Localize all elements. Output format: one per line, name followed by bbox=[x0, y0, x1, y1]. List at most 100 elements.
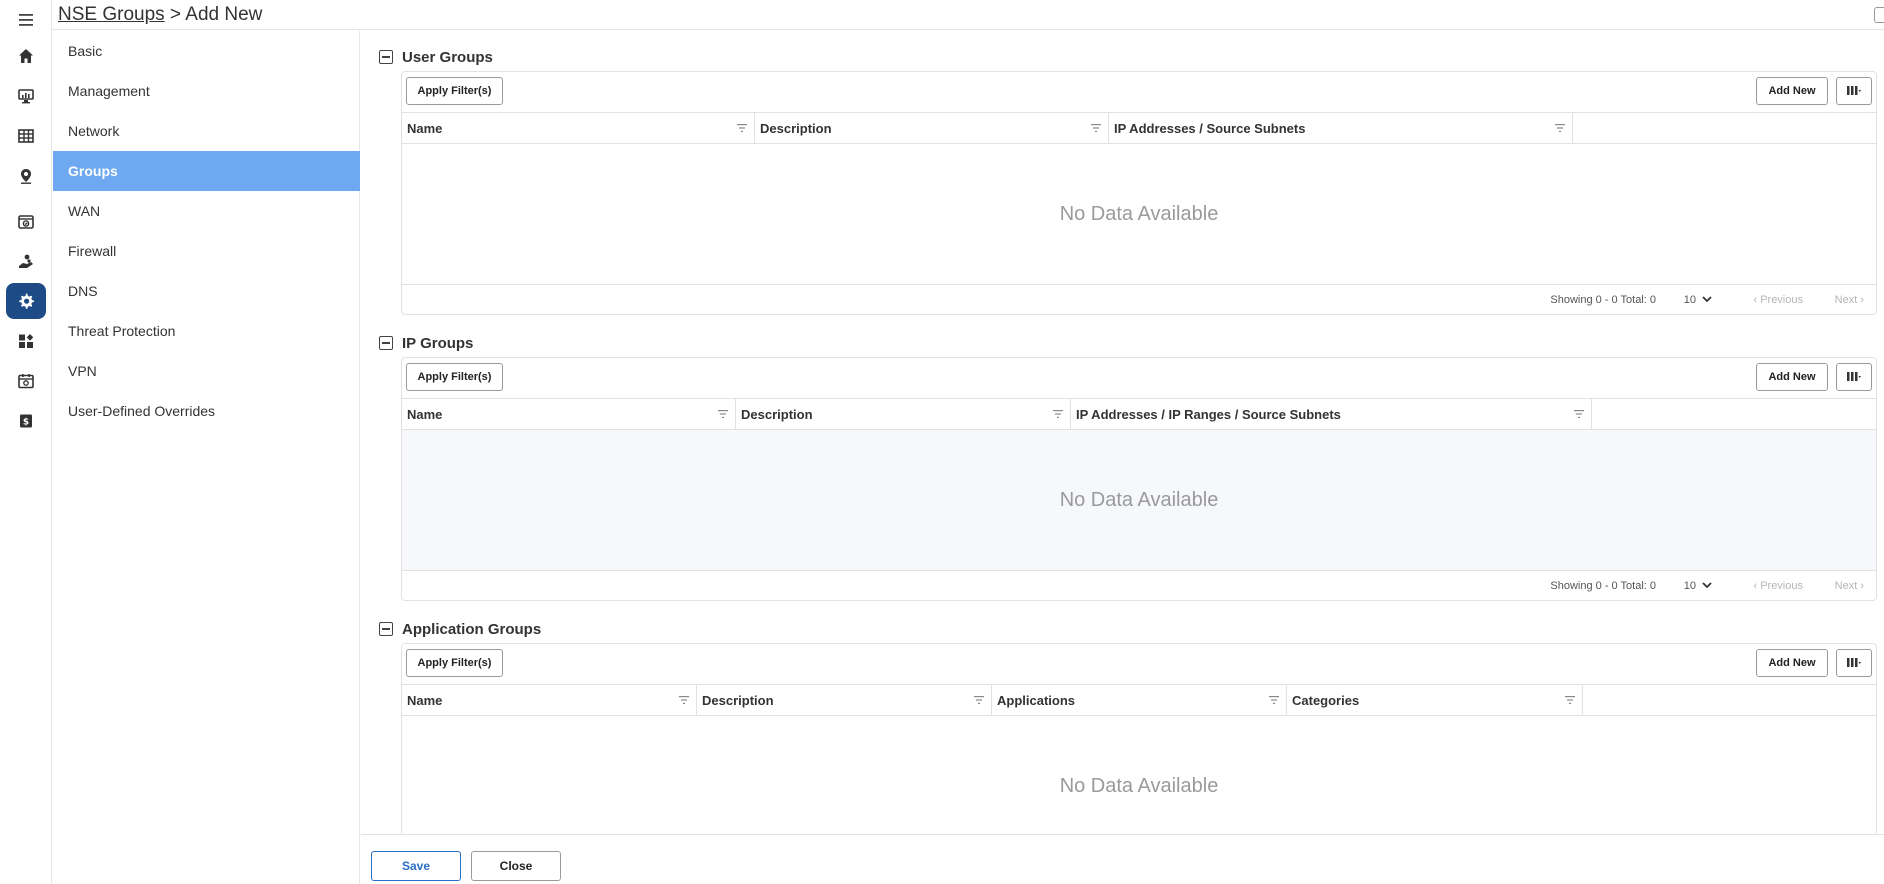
table-body: No Data Available bbox=[402, 430, 1876, 570]
pagination-bar: Showing 0 - 0 Total: 0 10 ‹ Previous Nex… bbox=[402, 284, 1876, 316]
breadcrumb-parent-link[interactable]: NSE Groups bbox=[58, 4, 165, 25]
nav-item-network[interactable]: Network bbox=[53, 111, 360, 151]
add-new-button[interactable]: Add New bbox=[1756, 649, 1828, 677]
column-header-name[interactable]: Name bbox=[402, 399, 736, 430]
section-nav: Basic Management Network Groups WAN Fire… bbox=[53, 31, 360, 884]
table-header: Name Description IP Addresses / IP Range… bbox=[402, 398, 1876, 430]
grid-toolbar: Apply Filter(s) Add New bbox=[402, 358, 1876, 398]
column-header-description[interactable]: Description bbox=[697, 685, 992, 716]
filter-icon[interactable] bbox=[1269, 696, 1279, 704]
location-pin-icon[interactable] bbox=[6, 158, 46, 194]
user-groups-header: User Groups bbox=[379, 47, 493, 67]
settings-gear-icon[interactable] bbox=[6, 283, 46, 319]
table-body: No Data Available bbox=[402, 144, 1876, 284]
calendar-icon[interactable] bbox=[6, 363, 46, 399]
application-groups-section: Application Groups Apply Filter(s) Add N… bbox=[361, 619, 1884, 834]
columns-icon bbox=[1847, 658, 1861, 667]
pagination-summary: Showing 0 - 0 Total: 0 bbox=[1550, 580, 1656, 592]
user-groups-grid: Apply Filter(s) Add New Name Description… bbox=[401, 71, 1877, 315]
filter-icon[interactable] bbox=[737, 124, 747, 132]
grid-toolbar: Apply Filter(s) Add New bbox=[402, 644, 1876, 684]
column-label: Description bbox=[760, 121, 832, 136]
nav-item-management[interactable]: Management bbox=[53, 71, 360, 111]
filter-icon[interactable] bbox=[974, 696, 984, 704]
svg-text:$: $ bbox=[23, 418, 29, 428]
main-content: User Groups Apply Filter(s) Add New Name… bbox=[361, 31, 1884, 834]
next-page-button[interactable]: Next › bbox=[1835, 580, 1864, 592]
section-title: IP Groups bbox=[402, 334, 474, 352]
apply-filters-button[interactable]: Apply Filter(s) bbox=[406, 649, 503, 677]
columns-menu-button[interactable] bbox=[1836, 649, 1872, 677]
breadcrumb-separator: > bbox=[164, 4, 186, 25]
filter-icon[interactable] bbox=[1555, 124, 1565, 132]
column-label: Applications bbox=[997, 693, 1076, 708]
column-label: Name bbox=[407, 693, 443, 708]
column-header-ip-addresses[interactable]: IP Addresses / Source Subnets bbox=[1109, 113, 1573, 144]
columns-menu-button[interactable] bbox=[1836, 77, 1872, 105]
column-header-ip-ranges[interactable]: IP Addresses / IP Ranges / Source Subnet… bbox=[1071, 399, 1592, 430]
page-size-select[interactable]: 10 bbox=[1684, 294, 1696, 306]
section-title: Application Groups bbox=[402, 620, 542, 638]
monitor-icon[interactable] bbox=[6, 78, 46, 114]
dashboard-widgets-icon[interactable] bbox=[6, 323, 46, 359]
filter-icon[interactable] bbox=[718, 410, 728, 418]
apply-filters-button[interactable]: Apply Filter(s) bbox=[406, 77, 503, 105]
previous-page-button[interactable]: ‹ Previous bbox=[1753, 294, 1803, 306]
header-corner-button[interactable] bbox=[1874, 7, 1884, 23]
chevron-down-icon[interactable] bbox=[1702, 296, 1712, 303]
column-header-name[interactable]: Name bbox=[402, 113, 755, 144]
nav-item-dns[interactable]: DNS bbox=[53, 271, 360, 311]
next-page-button[interactable]: Next › bbox=[1835, 294, 1864, 306]
apply-filters-button[interactable]: Apply Filter(s) bbox=[406, 363, 503, 391]
pagination-summary: Showing 0 - 0 Total: 0 bbox=[1550, 294, 1656, 306]
columns-menu-button[interactable] bbox=[1836, 363, 1872, 391]
nav-item-threat-protection[interactable]: Threat Protection bbox=[53, 311, 360, 351]
filter-icon[interactable] bbox=[1053, 410, 1063, 418]
collapse-icon[interactable] bbox=[379, 336, 393, 350]
column-header-description[interactable]: Description bbox=[755, 113, 1109, 144]
collapse-icon[interactable] bbox=[379, 50, 393, 64]
columns-icon bbox=[1847, 372, 1861, 381]
status-window-icon[interactable] bbox=[6, 204, 46, 240]
filter-icon[interactable] bbox=[679, 696, 689, 704]
form-footer: Save Close bbox=[361, 834, 1884, 884]
filter-icon[interactable] bbox=[1091, 124, 1101, 132]
add-new-button[interactable]: Add New bbox=[1756, 77, 1828, 105]
nav-item-groups[interactable]: Groups bbox=[53, 151, 360, 191]
table-icon[interactable] bbox=[6, 118, 46, 154]
filter-icon[interactable] bbox=[1565, 696, 1575, 704]
pagination-bar: Showing 0 - 0 Total: 0 10 ‹ Previous Nex… bbox=[402, 570, 1876, 602]
add-new-button[interactable]: Add New bbox=[1756, 363, 1828, 391]
column-header-name[interactable]: Name bbox=[402, 685, 697, 716]
home-icon[interactable] bbox=[6, 38, 46, 74]
table-header: Name Description IP Addresses / Source S… bbox=[402, 112, 1876, 144]
column-label: Categories bbox=[1292, 693, 1360, 708]
column-header-applications[interactable]: Applications bbox=[992, 685, 1287, 716]
empty-state-text: No Data Available bbox=[1059, 488, 1219, 511]
column-header-categories[interactable]: Categories bbox=[1287, 685, 1583, 716]
nav-item-firewall[interactable]: Firewall bbox=[53, 231, 360, 271]
nav-item-basic[interactable]: Basic bbox=[53, 31, 360, 71]
ip-groups-grid: Apply Filter(s) Add New Name Description… bbox=[401, 357, 1877, 601]
chevron-down-icon[interactable] bbox=[1702, 582, 1712, 589]
billing-icon[interactable]: $ bbox=[6, 403, 46, 439]
nav-item-vpn[interactable]: VPN bbox=[53, 351, 360, 391]
save-button[interactable]: Save bbox=[371, 851, 461, 881]
column-header-description[interactable]: Description bbox=[736, 399, 1071, 430]
filter-icon[interactable] bbox=[1574, 410, 1584, 418]
ip-groups-header: IP Groups bbox=[379, 333, 473, 353]
support-icon[interactable] bbox=[6, 244, 46, 280]
columns-icon bbox=[1847, 86, 1861, 95]
breadcrumb-current: Add New bbox=[185, 4, 263, 25]
previous-page-button[interactable]: ‹ Previous bbox=[1753, 580, 1803, 592]
column-label: Name bbox=[407, 121, 443, 136]
menu-icon[interactable] bbox=[6, 2, 46, 38]
table-header: Name Description Applications Categories bbox=[402, 684, 1876, 716]
close-button[interactable]: Close bbox=[471, 851, 561, 881]
application-groups-grid: Apply Filter(s) Add New Name Description… bbox=[401, 643, 1877, 834]
collapse-icon[interactable] bbox=[379, 622, 393, 636]
nav-item-user-defined-overrides[interactable]: User-Defined Overrides bbox=[53, 391, 360, 431]
page-size-select[interactable]: 10 bbox=[1684, 580, 1696, 592]
nav-item-wan[interactable]: WAN bbox=[53, 191, 360, 231]
application-groups-header: Application Groups bbox=[379, 619, 541, 639]
